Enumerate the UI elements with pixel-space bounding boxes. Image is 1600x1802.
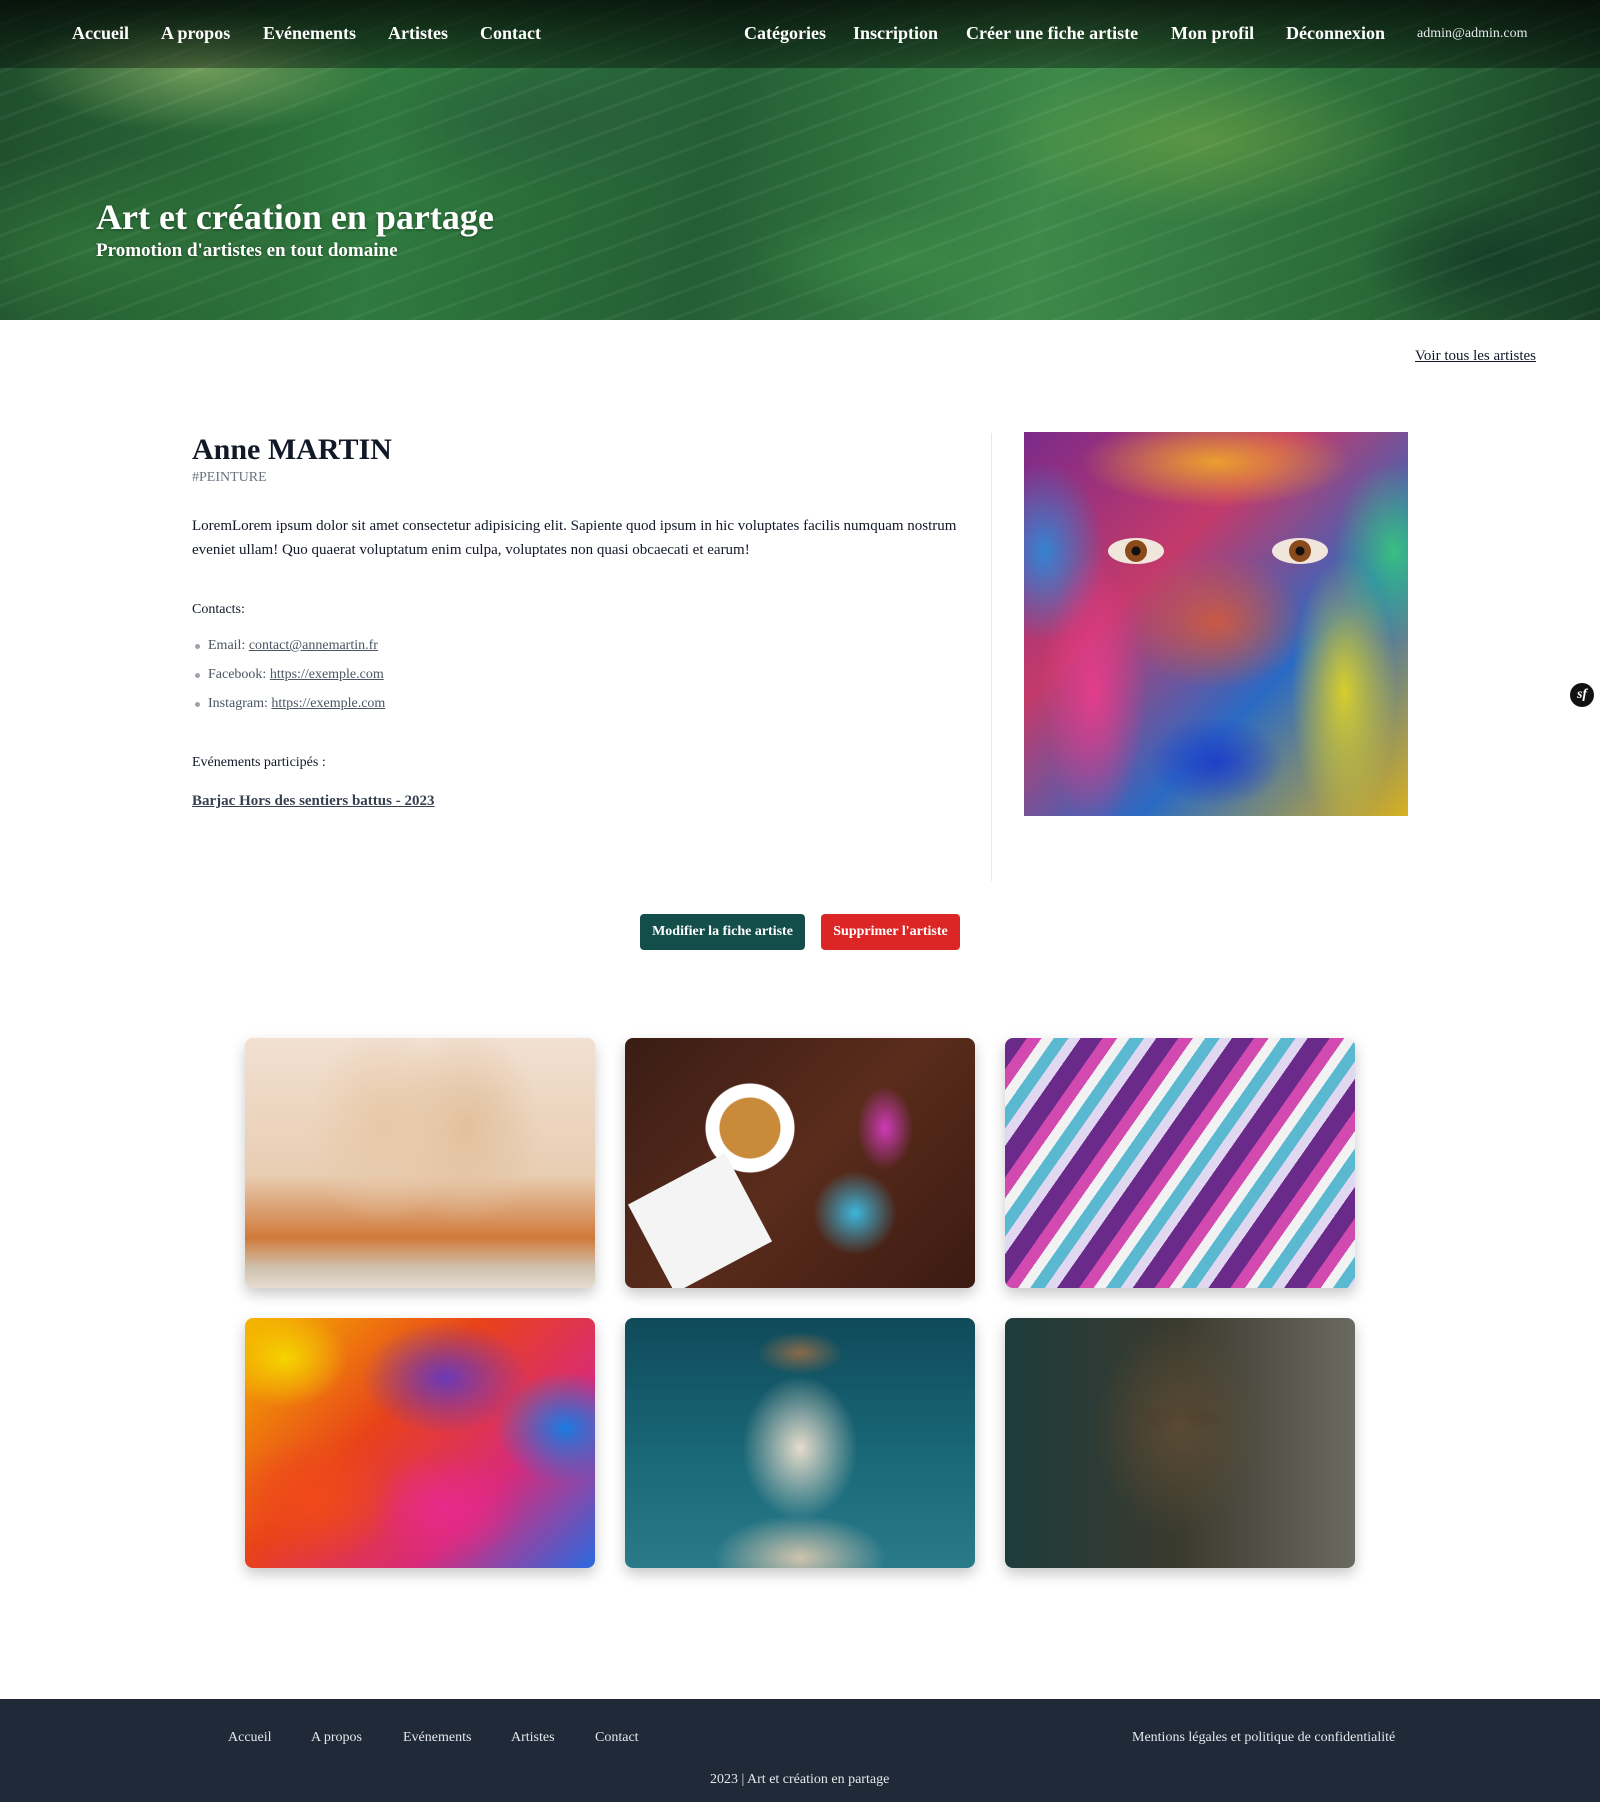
gallery-image-statue[interactable] — [625, 1318, 975, 1568]
contact-label: Email: — [208, 638, 246, 653]
contact-facebook-link[interactable]: https://exemple.com — [270, 667, 384, 682]
contacts-label: Contacts: — [192, 602, 245, 617]
artist-bio: LoremLorem ipsum dolor sit amet consecte… — [192, 518, 957, 558]
footer-link-accueil[interactable]: Accueil — [228, 1730, 272, 1746]
footer-copyright: 2023 | Art et création en partage — [710, 1772, 890, 1787]
contact-instagram: Instagram: https://exemple.com — [192, 694, 385, 723]
user-email[interactable]: admin@admin.com — [1417, 26, 1527, 42]
gallery-image-card-detail — [627, 1153, 773, 1288]
site-subtitle: Promotion d'artistes en tout domaine — [96, 240, 398, 261]
artist-portrait-image — [1024, 432, 1408, 816]
nav-link-evenements[interactable]: Evénements — [263, 23, 356, 44]
bullet-icon — [195, 702, 200, 707]
contact-email-link[interactable]: contact@annemartin.fr — [249, 638, 378, 653]
contact-email: Email: contact@annemartin.fr — [192, 636, 385, 665]
artist-name: Anne MARTIN — [192, 433, 392, 466]
footer-link-evenements[interactable]: Evénements — [403, 1730, 471, 1746]
events-label: Evénements participés : — [192, 755, 326, 770]
bullet-icon — [195, 644, 200, 649]
nav-link-artistes[interactable]: Artistes — [388, 23, 448, 44]
contact-label: Instagram: — [208, 696, 268, 711]
event-link[interactable]: Barjac Hors des sentiers battus - 2023 — [192, 793, 434, 810]
bullet-icon — [195, 673, 200, 678]
footer-link-contact[interactable]: Contact — [595, 1730, 639, 1746]
contacts-list: Email: contact@annemartin.fr Facebook: h… — [192, 636, 385, 723]
nav-link-inscription[interactable]: Inscription — [853, 23, 938, 44]
edit-artist-button[interactable]: Modifier la fiche artiste — [640, 914, 805, 950]
portrait-eye-right — [1272, 538, 1328, 564]
footer-link-artistes[interactable]: Artistes — [511, 1730, 555, 1746]
footer-legal-link[interactable]: Mentions légales et politique de confide… — [1132, 1730, 1395, 1746]
site-footer: Accueil A propos Evénements Artistes Con… — [0, 1699, 1600, 1802]
gallery-image-buddha[interactable] — [1005, 1318, 1355, 1568]
artist-category-tag: #PEINTURE — [192, 470, 267, 485]
main-nav: Accueil A propos Evénements Artistes Con… — [0, 0, 1600, 68]
portrait-eye-left — [1108, 538, 1164, 564]
site-title: Art et création en partage — [96, 197, 494, 237]
all-artists-link[interactable]: Voir tous les artistes — [1415, 348, 1536, 365]
nav-link-a-propos[interactable]: A propos — [161, 23, 230, 44]
nav-link-accueil[interactable]: Accueil — [72, 23, 129, 44]
nav-link-mon-profil[interactable]: Mon profil — [1171, 23, 1254, 44]
contact-facebook: Facebook: https://exemple.com — [192, 665, 385, 694]
footer-link-a-propos[interactable]: A propos — [311, 1730, 362, 1746]
delete-artist-button[interactable]: Supprimer l'artiste — [821, 914, 960, 950]
contact-label: Facebook: — [208, 667, 267, 682]
nav-link-contact[interactable]: Contact — [480, 23, 541, 44]
gallery-image-paint-splash[interactable] — [245, 1318, 595, 1568]
gallery-image-paint-swirls[interactable] — [1005, 1038, 1355, 1288]
hero-banner: Accueil A propos Evénements Artistes Con… — [0, 0, 1600, 320]
contact-instagram-link[interactable]: https://exemple.com — [271, 696, 385, 711]
gallery-image-coffee-flowers[interactable] — [625, 1038, 975, 1288]
symfony-debug-icon[interactable]: sf — [1570, 683, 1594, 707]
column-divider — [991, 433, 992, 881]
nav-link-categories[interactable]: Catégories — [744, 23, 826, 44]
nav-link-deconnexion[interactable]: Déconnexion — [1286, 23, 1385, 44]
nav-link-creer-fiche-artiste[interactable]: Créer une fiche artiste — [966, 23, 1138, 44]
gallery-image-book-heart[interactable] — [245, 1038, 595, 1288]
